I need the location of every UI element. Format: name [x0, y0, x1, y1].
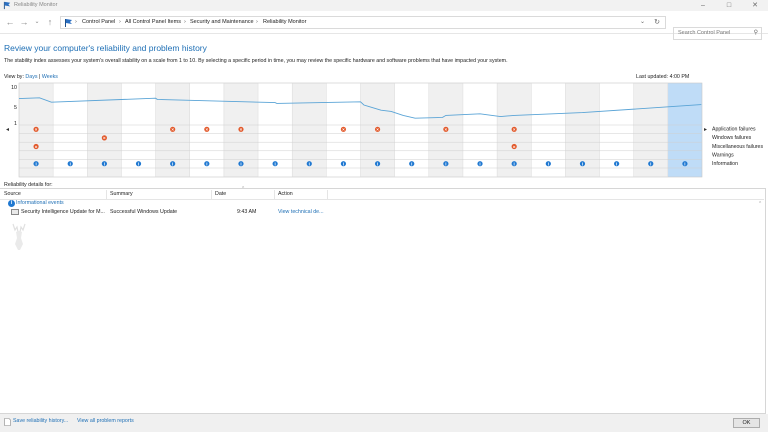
information-event-icon-glyph: i	[616, 162, 617, 167]
last-updated: Last updated: 4:00 PM	[636, 74, 690, 80]
row-label: Application failures	[712, 127, 756, 133]
view-by-days-link[interactable]: Days	[25, 74, 37, 80]
header-divider	[0, 199, 764, 200]
navigation-bar: ← → ⌄ ↑ › Control Panel › All Control Pa…	[0, 11, 768, 40]
search-input[interactable]: Search Control Panel	[678, 30, 730, 36]
column-summary[interactable]: Summary	[110, 190, 212, 199]
miscellaneous-failure-icon-glyph: ×	[513, 144, 516, 149]
information-event-icon-glyph: i	[582, 162, 583, 167]
information-event-icon-glyph: i	[650, 162, 651, 167]
deer-watermark-icon	[12, 223, 26, 250]
view-technical-details-link[interactable]: View technical de...	[278, 208, 324, 217]
information-event-icon-glyph: i	[309, 162, 310, 167]
forward-arrow-icon[interactable]: →	[18, 16, 30, 28]
view-by: View by: Days | Weeks	[4, 74, 58, 80]
row-summary: Successful Windows Update	[110, 209, 178, 215]
table-row[interactable]: Security Intelligence Update for M... Su…	[0, 208, 764, 217]
information-event-icon-glyph: i	[172, 162, 173, 167]
information-event-icon-glyph: i	[514, 162, 515, 167]
application-failure-icon-glyph: ×	[513, 127, 516, 132]
page-title: Review your computer's reliability and p…	[4, 43, 207, 53]
group-informational-events[interactable]: Informational events	[16, 200, 64, 207]
application-failure-icon-glyph: ×	[445, 127, 448, 132]
column-date[interactable]: Date	[215, 190, 275, 199]
maximize-button[interactable]: □	[716, 0, 742, 11]
breadcrumb-separator-icon: ›	[256, 19, 258, 25]
application-failure-icon-glyph: ×	[206, 127, 209, 132]
view-by-label: View by:	[4, 74, 24, 80]
recent-locations-chevron-icon[interactable]: ⌄	[31, 16, 43, 28]
miscellaneous-failure-icon-glyph: ×	[35, 144, 38, 149]
information-event-icon-glyph: i	[479, 162, 480, 167]
information-event-icon-glyph: i	[377, 162, 378, 167]
information-event-icon-glyph: i	[104, 162, 105, 167]
view-by-weeks-link[interactable]: Weeks	[42, 74, 58, 80]
save-document-icon	[4, 418, 11, 426]
row-date: 9:43 AM	[237, 209, 257, 215]
scroll-right-icon[interactable]: ▸	[704, 127, 707, 133]
application-failure-icon-glyph: ×	[342, 127, 345, 132]
breadcrumb-control-panel[interactable]: Control Panel	[82, 17, 115, 28]
control-panel-flag-icon	[65, 19, 72, 27]
breadcrumb-reliability-monitor[interactable]: Reliability Monitor	[263, 17, 306, 28]
information-event-icon-glyph: i	[411, 162, 412, 167]
title-bar: Reliability Monitor – □ ✕	[0, 0, 768, 11]
windows-update-icon	[11, 209, 19, 215]
y-tick-label: 10	[11, 85, 17, 91]
information-event-icon-glyph: i	[70, 162, 71, 167]
view-by-divider: |	[38, 74, 41, 80]
up-arrow-icon[interactable]: ↑	[44, 16, 56, 28]
save-reliability-history-link[interactable]: Save reliability history...	[13, 418, 68, 424]
row-source: Security Intelligence Update for M...	[21, 209, 105, 215]
search-box[interactable]: Search Control Panel ⚲	[673, 27, 762, 40]
breadcrumb-all-items[interactable]: All Control Panel Items	[125, 17, 181, 28]
reliability-flag-icon	[3, 1, 11, 10]
minimize-button[interactable]: –	[690, 0, 716, 11]
column-source[interactable]: Source	[4, 190, 107, 199]
close-button[interactable]: ✕	[742, 0, 768, 11]
address-bar[interactable]: › Control Panel › All Control Panel Item…	[60, 16, 666, 29]
information-event-icon-glyph: i	[445, 162, 446, 167]
information-event-icon-glyph: i	[240, 162, 241, 167]
application-failure-icon-glyph: ×	[171, 127, 174, 132]
breadcrumb-separator-icon: ›	[119, 19, 121, 25]
back-arrow-icon[interactable]: ←	[4, 16, 16, 28]
information-event-icon-glyph: i	[138, 162, 139, 167]
breadcrumb-separator-icon: ›	[184, 19, 186, 25]
column-action[interactable]: Action	[278, 190, 328, 199]
application-failure-icon-glyph: ×	[376, 127, 379, 132]
scroll-up-icon[interactable]: ⌃	[758, 201, 762, 207]
application-failure-icon-glyph: ×	[35, 127, 38, 132]
address-dropdown-icon[interactable]: ⌄	[640, 17, 645, 28]
reliability-monitor-window: Reliability Monitor – □ ✕ ← → ⌄ ↑ › Cont…	[0, 0, 768, 432]
information-event-icon-glyph: i	[548, 162, 549, 167]
information-event-icon-glyph: i	[274, 162, 275, 167]
ok-button[interactable]: OK	[733, 418, 760, 428]
information-event-icon-glyph: i	[684, 162, 685, 167]
stability-chart[interactable]: 10 5 1 × × × × × × × × × × × i i i i i i i i i i i i i i i i i i i i ◂ ▸ App…	[0, 82, 768, 180]
information-event-icon-glyph: i	[35, 162, 36, 167]
row-label: Information	[712, 161, 738, 167]
search-icon: ⚲	[753, 30, 758, 36]
view-all-problem-reports-link[interactable]: View all problem reports	[77, 418, 134, 424]
reliability-details-panel	[0, 188, 766, 414]
window-title: Reliability Monitor	[14, 2, 58, 8]
breadcrumb-separator-icon: ›	[75, 19, 77, 25]
information-event-icon-glyph: i	[206, 162, 207, 167]
y-tick-label: 1	[14, 121, 17, 127]
row-label: Windows failures	[712, 135, 752, 141]
application-failure-icon-glyph: ×	[240, 127, 243, 132]
page-description: The stability index assesses your system…	[4, 58, 508, 64]
breadcrumb-security-maintenance[interactable]: Security and Maintenance	[190, 17, 254, 28]
information-icon: i	[8, 200, 15, 207]
refresh-icon[interactable]: ↻	[654, 17, 660, 28]
windows-failure-icon-glyph: ×	[103, 136, 106, 141]
row-label: Warnings	[712, 152, 734, 158]
information-event-icon-glyph: i	[343, 162, 344, 167]
scroll-left-icon[interactable]: ◂	[6, 127, 9, 133]
y-tick-label: 5	[14, 105, 17, 111]
row-label: Miscellaneous failures	[712, 144, 763, 150]
